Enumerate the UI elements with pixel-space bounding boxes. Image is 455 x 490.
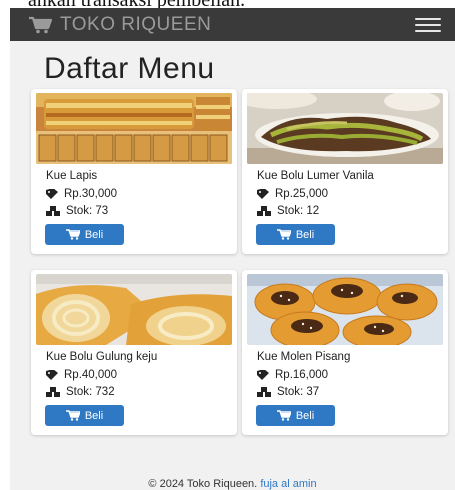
navbar-brand[interactable]: TOKO RIQUEEN [28,14,211,36]
kue-bolu-lumer-vanila-photo [247,93,443,164]
product-name: Kue Lapis [46,170,98,182]
footer-author-link[interactable]: fuja al amin [260,478,316,490]
cubes-icon [46,205,60,216]
buy-button-label: Beli [295,409,315,422]
buy-button-label: Beli [84,409,104,422]
cubes-icon [257,386,271,397]
cubes-icon [257,205,271,216]
tag-icon [46,370,58,380]
tag-icon [257,370,269,380]
shopping-cart-icon [65,410,80,421]
kue-lapis-photo [36,93,232,164]
footer: © 2024 Toko Riqueen. fuja al amin [10,478,455,490]
footer-copyright: © 2024 Toko Riqueen. [148,478,258,490]
product-card: Kue Molen Pisang Rp.16,000 Stok: 37 Beli [242,270,448,435]
stock-text: Stok: 73 [66,205,109,217]
buy-button[interactable]: Beli [45,224,124,245]
product-stock: Stok: 12 [257,205,319,217]
background-caption: ahkan transaksi pembelian. [28,0,245,8]
kue-molen-pisang-photo [247,274,443,345]
shopping-cart-icon [65,229,80,240]
product-name: Kue Bolu Gulung keju [46,351,158,363]
brand-name: TOKO RIQUEEN [60,13,212,35]
product-stock: Stok: 37 [257,386,319,398]
buy-button[interactable]: Beli [256,224,335,245]
navbar: TOKO RIQUEEN [10,8,455,41]
buy-button[interactable]: Beli [45,405,124,426]
product-price: Rp.16,000 [257,369,328,381]
product-name: Kue Bolu Lumer Vanila [257,170,374,182]
background-page-text: ahkan transaksi pembelian. [0,0,455,8]
stock-text: Stok: 37 [277,386,320,398]
hamburger-menu-icon[interactable] [415,18,441,32]
price-text: Rp.16,000 [275,369,329,381]
page-title: Daftar Menu [44,52,215,85]
tag-icon [257,189,269,199]
stock-text: Stok: 12 [277,205,320,217]
product-price: Rp.30,000 [46,188,117,200]
product-card: Kue Bolu Lumer Vanila Rp.25,000 Stok: 12… [242,89,448,254]
shopping-cart-icon [276,410,291,421]
buy-button[interactable]: Beli [256,405,335,426]
main-content: Daftar Menu Kue Lapis Rp.30,000 Stok: 73… [10,41,455,490]
product-name: Kue Molen Pisang [257,351,351,363]
buy-button-label: Beli [295,228,315,241]
kue-bolu-gulung-keju-photo [36,274,232,345]
product-stock: Stok: 732 [46,386,115,398]
shopping-cart-icon [276,229,291,240]
product-price: Rp.40,000 [46,369,117,381]
product-card: Kue Lapis Rp.30,000 Stok: 73 Beli [31,89,237,254]
price-text: Rp.25,000 [275,188,329,200]
product-stock: Stok: 73 [46,205,108,217]
shopping-cart-icon [29,16,52,33]
buy-button-label: Beli [84,228,104,241]
price-text: Rp.40,000 [64,369,118,381]
tag-icon [46,189,58,199]
product-price: Rp.25,000 [257,188,328,200]
product-card: Kue Bolu Gulung keju Rp.40,000 Stok: 732… [31,270,237,435]
price-text: Rp.30,000 [64,188,118,200]
cubes-icon [46,386,60,397]
stock-text: Stok: 732 [66,386,115,398]
